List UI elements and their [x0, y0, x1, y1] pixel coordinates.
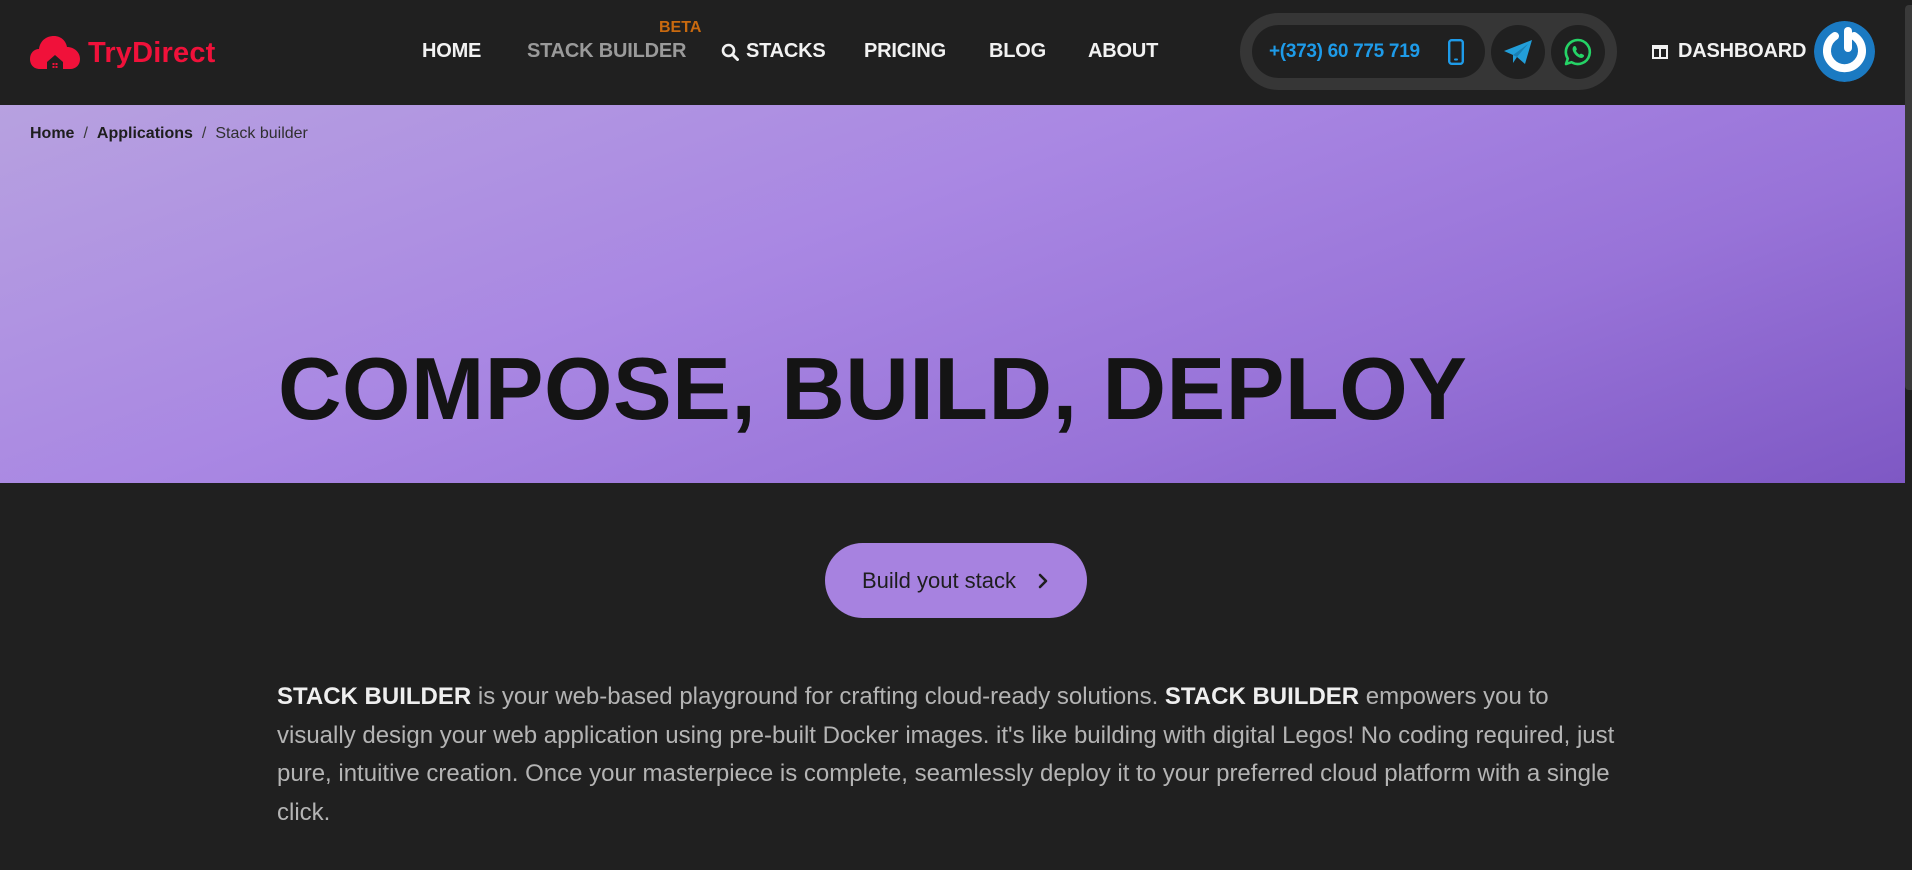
dashboard-label: DASHBOARD	[1678, 40, 1807, 62]
breadcrumb-current: Stack builder	[215, 125, 308, 142]
build-stack-label: Build yout stack	[861, 567, 1017, 593]
whatsapp-icon	[1564, 38, 1592, 66]
breadcrumb-applications[interactable]: Applications	[97, 125, 193, 143]
chevron-right-icon	[1038, 573, 1048, 588]
scrollbar-thumb[interactable]	[1905, 5, 1912, 390]
dashboard-link[interactable]: DASHBOARD	[1652, 40, 1806, 63]
nav-item-about[interactable]: ABOUT	[1088, 40, 1158, 63]
hero-banner: Home / Applications / Stack builder COMP…	[0, 105, 1905, 483]
user-avatar[interactable]	[1814, 21, 1875, 82]
nav-item-blog[interactable]: BLOG	[989, 40, 1046, 63]
phone-link[interactable]: +(373) 60 775 719	[1252, 25, 1485, 78]
contact-group: +(373) 60 775 719	[1240, 13, 1617, 90]
description-highlight: STACK BUILDER	[277, 683, 472, 710]
search-icon	[721, 43, 739, 61]
telegram-button[interactable]	[1491, 25, 1545, 79]
phone-number: +(373) 60 775 719	[1269, 40, 1420, 62]
whatsapp-button[interactable]	[1551, 25, 1605, 79]
nav-item-pricing[interactable]: PRICING	[864, 40, 946, 63]
description-text: is your web-based playground for craftin…	[471, 683, 1165, 710]
breadcrumb-separator: /	[201, 125, 207, 142]
page-title: COMPOSE, BUILD, DEPLOY	[278, 339, 1468, 438]
logo-link[interactable]: TryDirect	[30, 33, 216, 73]
nav-item-stacks[interactable]: STACKS	[746, 40, 826, 63]
site-header: TryDirect HOME STACK BUILDER BETA STACKS…	[0, 0, 1905, 105]
nav-item-stack-builder[interactable]: STACK BUILDER	[527, 40, 686, 63]
build-stack-button[interactable]: Build yout stack	[825, 543, 1087, 618]
brand-name: TryDirect	[88, 36, 216, 69]
cloud-house-logo-icon	[30, 36, 80, 69]
breadcrumb-separator: /	[83, 125, 88, 142]
beta-badge: BETA	[659, 19, 702, 36]
dashboard-icon	[1652, 44, 1668, 59]
description-highlight: STACK BUILDER	[1164, 683, 1360, 710]
mobile-phone-icon	[1448, 39, 1464, 65]
description: STACK BUILDER is your web-based playgrou…	[277, 678, 1617, 832]
breadcrumb-home[interactable]: Home	[30, 125, 74, 143]
nav-item-home[interactable]: HOME	[422, 40, 481, 63]
breadcrumb: Home / Applications / Stack builder	[30, 125, 308, 143]
telegram-icon	[1504, 40, 1532, 64]
